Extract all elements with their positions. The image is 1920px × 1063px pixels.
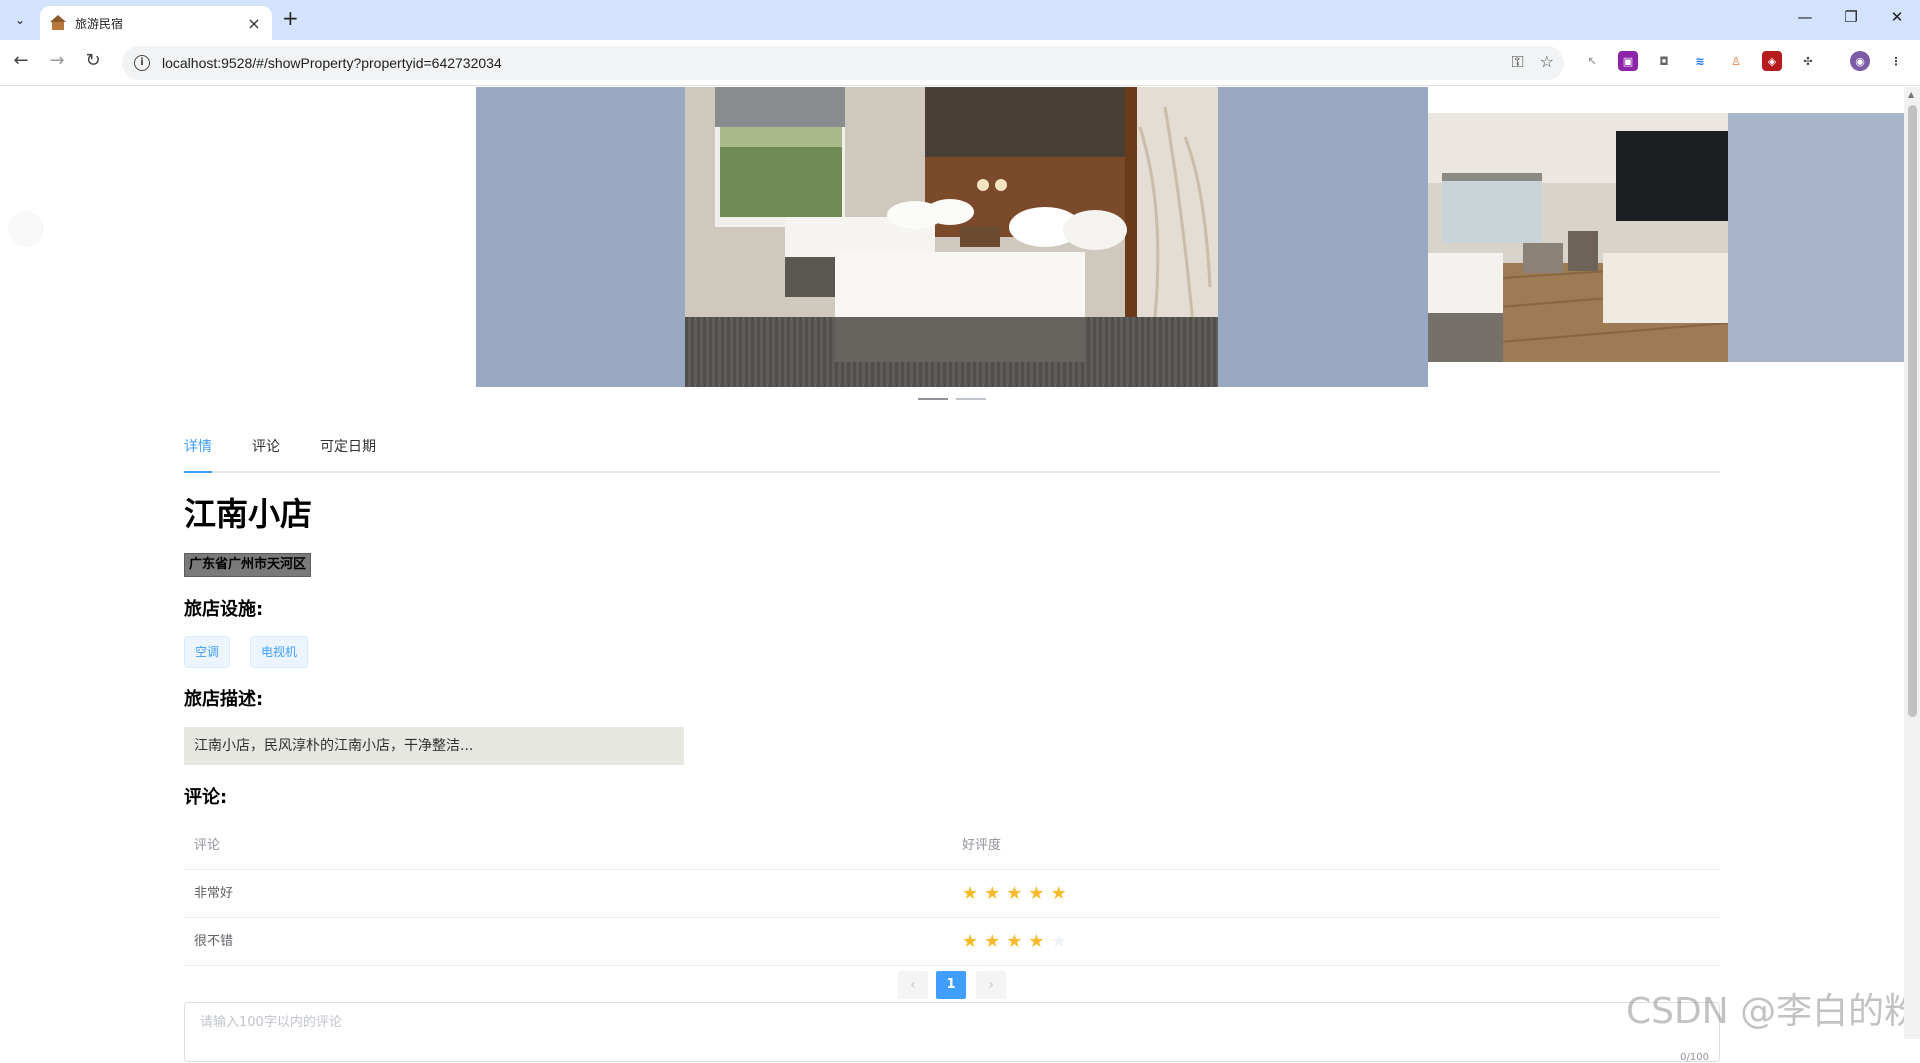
detail-tabs: 详情 评论 可定日期 — [184, 427, 1720, 473]
star-filled-icon: ★ — [962, 931, 979, 952]
back-icon[interactable]: ← — [8, 50, 34, 71]
column-header-rating: 好评度 — [962, 838, 1002, 853]
char-counter: 0/100 — [1680, 1052, 1709, 1063]
carousel-slide-active — [476, 87, 1428, 387]
watermark: CSDN @李白的粉 — [1626, 991, 1920, 1032]
favicon-house-icon — [50, 15, 66, 31]
star-filled-icon: ★ — [1028, 883, 1045, 904]
extension-tree-icon[interactable]: ♙ — [1726, 51, 1746, 71]
extension-gamepad-icon[interactable]: ◘ — [1654, 51, 1674, 71]
site-info-icon[interactable]: i — [134, 55, 150, 71]
url-text[interactable]: localhost:9528/#/showProperty?propertyid… — [162, 55, 502, 71]
profile-avatar-icon[interactable]: ◉ — [1850, 51, 1870, 71]
carousel-indicator-1[interactable] — [918, 398, 948, 400]
star-filled-icon: ★ — [1050, 883, 1067, 904]
forward-icon[interactable]: → — [44, 50, 70, 71]
star-filled-icon: ★ — [1028, 931, 1045, 952]
star-filled-icon: ★ — [984, 931, 1001, 952]
scroll-up-icon[interactable]: ▲ — [1908, 90, 1914, 99]
star-filled-icon: ★ — [962, 883, 979, 904]
comments-heading: 评论: — [184, 787, 228, 808]
rating-stars: ★ ★ ★ ★ ★ — [962, 932, 1067, 952]
star-filled-icon: ★ — [984, 883, 1001, 904]
star-empty-icon: ★ — [1050, 931, 1067, 952]
description-heading: 旅店描述: — [184, 689, 264, 710]
pagination-next-button[interactable]: › — [976, 971, 1006, 999]
extension-shield-icon[interactable]: ◈ — [1762, 51, 1782, 71]
comment-text: 非常好 — [194, 886, 234, 901]
facility-tag-ac: 空调 — [184, 636, 231, 668]
scroll-thumb[interactable] — [1908, 105, 1917, 717]
extension-purple-icon[interactable]: ▣ — [1618, 51, 1638, 71]
browser-tab-bar: ⌄ 旅游民宿 × + — ❐ ✕ — [0, 0, 1920, 40]
table-row: 非常好 ★ ★ ★ ★ ★ — [184, 870, 1720, 918]
browser-toolbar: ← → ↻ i localhost:9528/#/showProperty?pr… — [0, 40, 1920, 86]
extension-cursor-icon[interactable]: ↖ — [1582, 51, 1602, 71]
facility-tag-tv: 电视机 — [250, 636, 309, 668]
carousel-prev-button[interactable] — [8, 211, 44, 247]
address-bar[interactable]: i localhost:9528/#/showProperty?property… — [122, 46, 1564, 80]
pagination-page-1[interactable]: 1 — [936, 971, 966, 999]
pagination-prev-button[interactable]: ‹ — [898, 971, 928, 999]
new-tab-icon[interactable]: + — [282, 6, 299, 30]
menu-kebab-icon[interactable]: ⋮ — [1886, 51, 1906, 71]
star-filled-icon: ★ — [1006, 883, 1023, 904]
tab-active-indicator — [184, 471, 212, 473]
image-carousel[interactable] — [0, 87, 1904, 407]
facilities-heading: 旅店设施: — [184, 599, 264, 620]
comment-text: 很不错 — [194, 934, 234, 949]
property-address: 广东省广州市天河区 — [184, 553, 312, 577]
hotel-room-photo-2 — [1428, 113, 1728, 362]
star-filled-icon: ★ — [1006, 931, 1023, 952]
tab-close-icon[interactable]: × — [246, 14, 262, 33]
restore-icon[interactable]: ❐ — [1828, 8, 1874, 26]
bookmark-star-icon[interactable]: ☆ — [1540, 52, 1554, 72]
page-scrollbar[interactable]: ▲ — [1904, 87, 1920, 1039]
comment-input-placeholder: 请输入100字以内的评论 — [200, 1015, 342, 1030]
tab-comments[interactable]: 评论 — [252, 427, 280, 471]
tab-title: 旅游民宿 — [75, 16, 124, 31]
table-header-row: 评论 好评度 — [184, 822, 1720, 870]
minimize-icon[interactable]: — — [1782, 8, 1828, 26]
column-header-comment: 评论 — [194, 838, 221, 853]
comment-input[interactable]: 请输入100字以内的评论 0/100 — [184, 1002, 1720, 1063]
page-content: 详情 评论 可定日期 江南小店 广东省广州市天河区 旅店设施: 空调 电视机 旅… — [0, 87, 1920, 1063]
tab-search-icon[interactable]: ⌄ — [6, 8, 34, 32]
reload-icon[interactable]: ↻ — [80, 50, 106, 71]
carousel-indicator-2[interactable] — [956, 398, 986, 400]
comments-table: 评论 好评度 非常好 ★ ★ ★ ★ ★ 很不错 ★ ★ ★ ★ ★ — [184, 822, 1720, 966]
rating-stars: ★ ★ ★ ★ ★ — [962, 884, 1067, 904]
tab-available-dates[interactable]: 可定日期 — [320, 427, 376, 471]
hotel-room-photo — [685, 87, 1218, 387]
tab-details[interactable]: 详情 — [184, 427, 212, 471]
browser-tab[interactable]: 旅游民宿 × — [40, 6, 272, 40]
password-key-icon[interactable]: ⚿ — [1511, 52, 1523, 72]
property-name: 江南小店 — [184, 495, 313, 533]
extension-layers-icon[interactable]: ≋ — [1690, 51, 1710, 71]
extensions-puzzle-icon[interactable]: ✣ — [1798, 51, 1818, 71]
carousel-slide-next — [1428, 113, 1904, 362]
close-window-icon[interactable]: ✕ — [1874, 8, 1920, 26]
property-description: 江南小店，民风淳朴的江南小店，干净整洁... — [184, 727, 684, 765]
table-row: 很不错 ★ ★ ★ ★ ★ — [184, 918, 1720, 966]
